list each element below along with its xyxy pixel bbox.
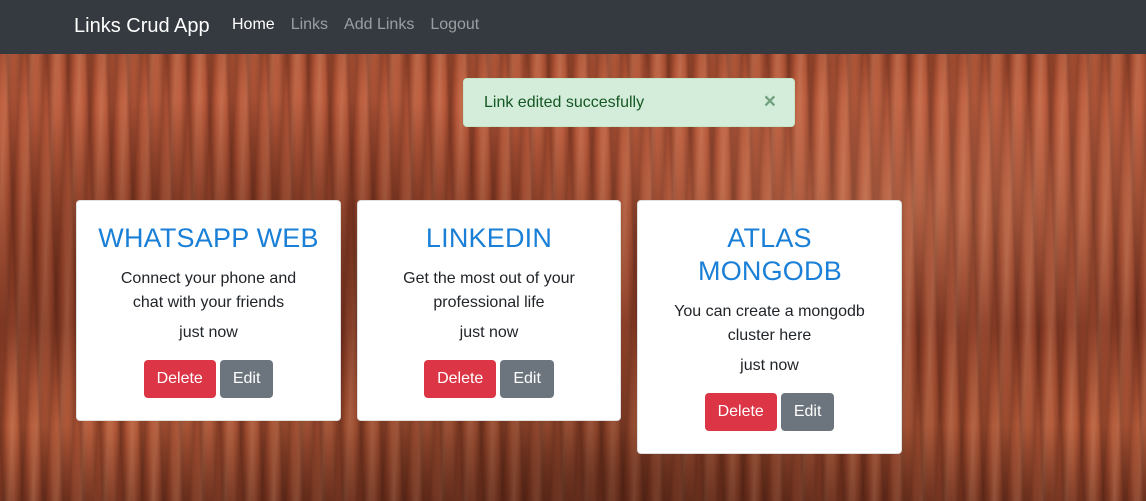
edit-button[interactable]: Edit (780, 393, 835, 431)
nav-link-add-links[interactable]: Add Links (344, 15, 414, 35)
brand-link[interactable]: Links Crud App (74, 14, 210, 38)
link-card: WHATSAPP WEB Connect your phone and chat… (76, 200, 341, 421)
card-title: WHATSAPP WEB (98, 223, 319, 253)
card-actions: Delete Edit (77, 360, 340, 398)
nav-links: Home Links Add Links Logout (232, 15, 495, 35)
delete-button[interactable]: Delete (704, 393, 777, 431)
nav-link-logout[interactable]: Logout (430, 15, 479, 35)
delete-button[interactable]: Delete (424, 360, 497, 398)
card-actions: Delete Edit (358, 360, 620, 398)
card-title: ATLAS MONGODB (698, 223, 842, 286)
edit-button[interactable]: Edit (219, 360, 274, 398)
card-timestamp: just now (179, 324, 238, 341)
navbar: Links Crud App Home Links Add Links Logo… (0, 0, 1146, 54)
link-card: LINKEDIN Get the most out of your profes… (357, 200, 621, 421)
success-alert: Link edited succesfully × (463, 78, 795, 127)
card-description: Get the most out of your professional li… (403, 270, 575, 311)
card-title: LINKEDIN (425, 223, 553, 253)
card-description: Connect your phone and chat with your fr… (120, 270, 297, 311)
card-actions: Delete Edit (638, 393, 901, 431)
card-description: You can create a mongodb cluster here (674, 303, 865, 344)
card-timestamp: just now (740, 357, 799, 374)
delete-button[interactable]: Delete (143, 360, 216, 398)
close-icon[interactable]: × (764, 91, 776, 113)
nav-link-home[interactable]: Home (232, 15, 275, 35)
link-card: ATLAS MONGODB You can create a mongodb c… (637, 200, 902, 454)
alert-message: Link edited succesfully (484, 94, 645, 111)
card-timestamp: just now (459, 324, 519, 341)
nav-link-links[interactable]: Links (291, 15, 328, 35)
edit-button[interactable]: Edit (500, 360, 554, 398)
